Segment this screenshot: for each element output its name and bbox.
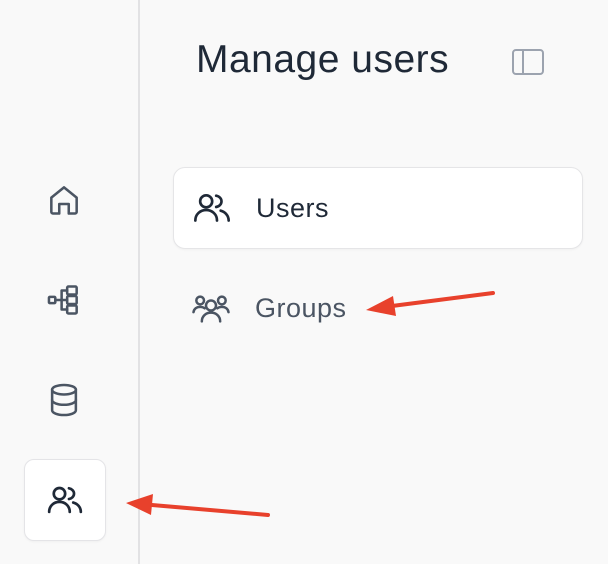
home-icon xyxy=(50,186,78,215)
arrow-to-users-rail xyxy=(126,494,270,517)
rail-item-workflow[interactable] xyxy=(24,260,104,340)
page-title: Manage users xyxy=(196,38,450,81)
workflow-icon xyxy=(47,285,78,315)
rail-item-database[interactable] xyxy=(24,360,104,440)
users-icon xyxy=(190,186,234,230)
rail-item-home[interactable] xyxy=(24,160,104,240)
rail-item-users[interactable] xyxy=(24,459,106,541)
nav-item-users[interactable]: Users xyxy=(173,167,583,249)
users-icon xyxy=(47,486,83,514)
icon-rail xyxy=(0,0,140,564)
nav-item-groups[interactable]: Groups xyxy=(173,267,583,349)
groups-icon xyxy=(189,286,233,330)
database-icon xyxy=(50,383,78,417)
nav-item-groups-label: Groups xyxy=(255,292,347,323)
nav-item-users-label: Users xyxy=(256,192,330,223)
sidebar-toggle-button[interactable] xyxy=(508,44,548,80)
sidebar-panel-icon xyxy=(512,49,544,75)
